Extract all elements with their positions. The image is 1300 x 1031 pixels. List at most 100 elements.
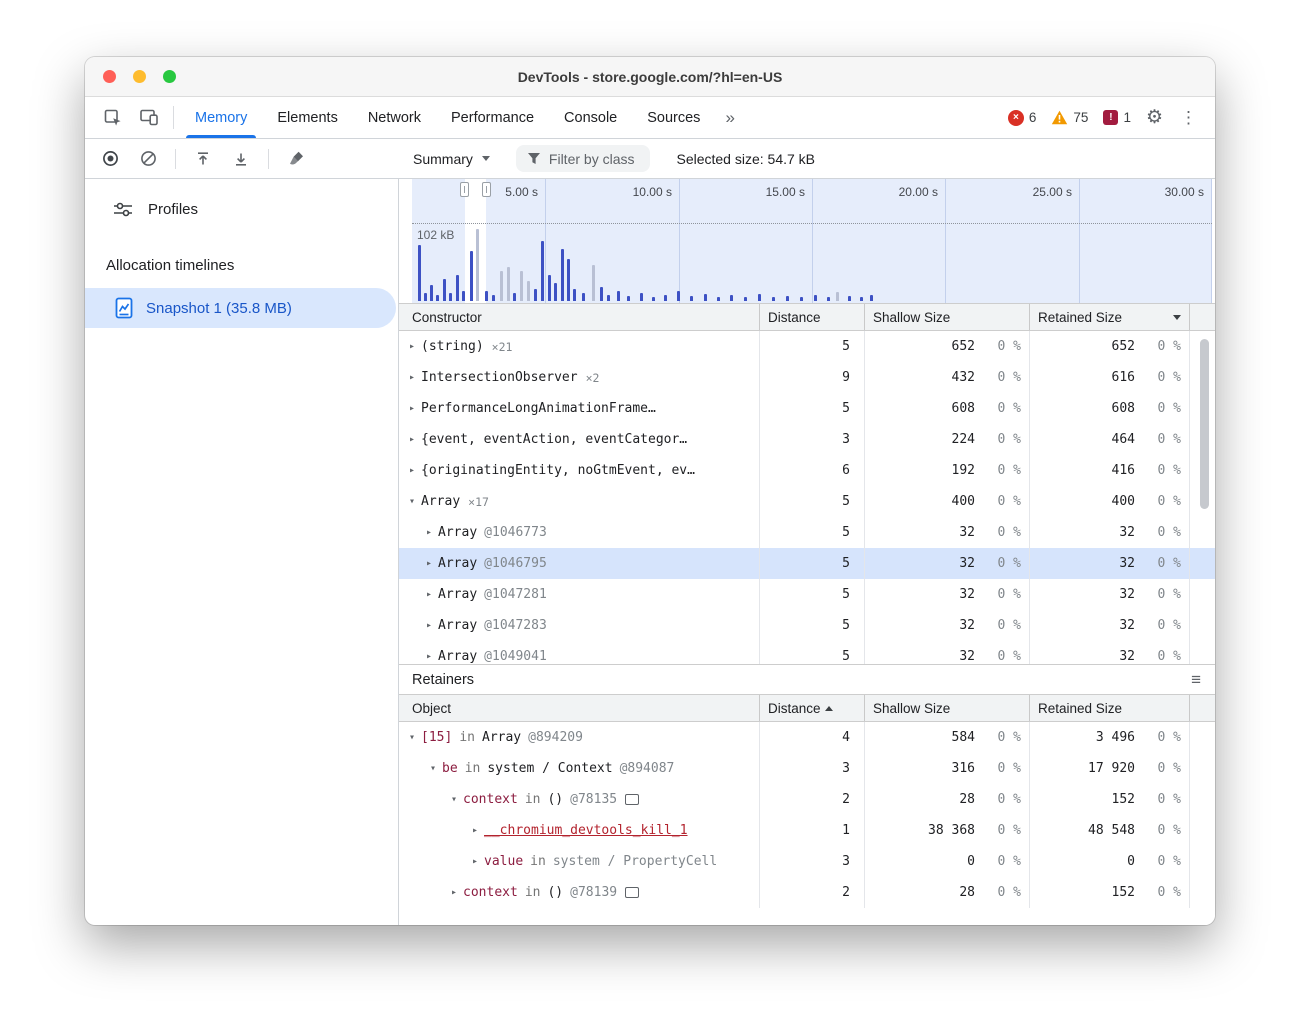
customize-menu-icon[interactable]: ⋮ [1178,109,1199,126]
constructor-row[interactable]: ▸(string)×2156520 %6520 % [399,331,1215,362]
column-retained-size[interactable]: Retained Size [1029,695,1189,721]
save-profile-icon[interactable] [230,148,252,170]
snapshot-item[interactable]: Snapshot 1 (35.8 MB) [85,288,396,328]
constructor-row[interactable]: ▸IntersectionObserver×294320 %6160 % [399,362,1215,393]
timeline-bar [786,296,789,301]
distance-value: 5 [759,517,864,548]
tab-network[interactable]: Network [353,97,436,138]
class-filter-input[interactable]: Filter by class [516,145,651,172]
object-id: @894087 [620,761,675,776]
expand-icon[interactable]: ▸ [472,825,478,836]
reveal-source-icon[interactable] [625,887,639,898]
retainer-row[interactable]: ▸valueinsystem / PropertyCell300 %00 % [399,846,1215,877]
expand-icon[interactable]: ▸ [426,589,432,600]
column-object[interactable]: Object [399,695,759,721]
size-reference-line [412,223,1212,224]
constructor-row[interactable]: ▸PerformanceLongAnimationFrame…56080 %60… [399,393,1215,424]
tab-console[interactable]: Console [549,97,632,138]
clear-profiles-icon[interactable] [137,148,159,170]
column-shallow-size[interactable]: Shallow Size [864,304,1029,330]
constructor-row[interactable]: ▸{originatingEntity, noGtmEvent, ev…6192… [399,455,1215,486]
timeline-bar [758,294,761,301]
allocation-timeline-overview[interactable]: 5.00 s10.00 s15.00 s20.00 s25.00 s30.00 … [412,179,1212,303]
collapse-icon[interactable]: ▾ [430,763,436,774]
timeline-bar [744,297,747,301]
tab-sources[interactable]: Sources [632,97,715,138]
collapse-icon[interactable]: ▾ [409,496,415,507]
column-constructor[interactable]: Constructor [399,304,759,330]
expand-icon[interactable]: ▸ [472,856,478,867]
constructor-row[interactable]: ▸Array@10467735320 %320 % [399,517,1215,548]
perspective-select[interactable]: Summary [413,151,490,167]
constructor-cell: ▸Array@1046773 [399,517,759,548]
expand-icon[interactable]: ▸ [451,887,457,898]
in-keyword: in [459,730,475,745]
object-cell: ▾contextin()@78135 [399,784,759,815]
expand-icon[interactable]: ▸ [409,372,415,383]
timeline-bar [443,279,446,301]
timeline-bar [704,294,707,301]
minimize-button[interactable] [133,70,146,83]
timeline-bar [870,295,873,301]
constructor-row[interactable]: ▸Array@10490415320 %320 % [399,641,1215,664]
more-tabs-icon[interactable]: » [715,97,744,138]
expand-icon[interactable]: ▸ [409,465,415,476]
tab-performance[interactable]: Performance [436,97,549,138]
tab-elements[interactable]: Elements [262,97,352,138]
close-button[interactable] [103,70,116,83]
expand-icon[interactable]: ▸ [426,558,432,569]
expand-icon[interactable]: ▸ [409,403,415,414]
retainer-object-name: system / PropertyCell [553,854,717,869]
tab-memory[interactable]: Memory [180,97,262,138]
grid-line [1211,179,1212,303]
timeline-bar [607,295,610,301]
constructor-row[interactable]: ▸{event, eventAction, eventCategor…32240… [399,424,1215,455]
retainer-edge-name[interactable]: __chromium_devtools_kill_1 [484,823,688,838]
reveal-source-icon[interactable] [625,794,639,805]
retainer-row[interactable]: ▾contextin()@781352280 %1520 % [399,784,1215,815]
scrollbar-thumb[interactable] [1200,339,1209,509]
retainers-menu-icon[interactable]: ≡ [1191,671,1201,688]
collapse-icon[interactable]: ▾ [451,794,457,805]
column-shallow-size[interactable]: Shallow Size [864,695,1029,721]
object-cell: ▾[15]inArray@894209 [399,722,759,753]
column-distance[interactable]: Distance [759,695,864,721]
time-tick-label: 10.00 s [633,185,672,199]
expand-icon[interactable]: ▸ [409,341,415,352]
retainer-row[interactable]: ▸contextin()@781392280 %1520 % [399,877,1215,908]
inspect-element-icon[interactable] [95,97,131,138]
collect-garbage-icon[interactable] [285,148,307,170]
retainer-row[interactable]: ▾beinsystem / Context@89408733160 %17 92… [399,753,1215,784]
retainer-edge-name: context [463,885,518,900]
constructor-row[interactable]: ▸Array@10467955320 %320 % [399,548,1215,579]
retainer-row[interactable]: ▾[15]inArray@89420945840 %3 4960 % [399,722,1215,753]
retainer-row[interactable]: ▸__chromium_devtools_kill_1138 3680 %48 … [399,815,1215,846]
constructor-row[interactable]: ▸Array@10472835320 %320 % [399,610,1215,641]
column-distance[interactable]: Distance [759,304,864,330]
constructor-row[interactable]: ▾Array×1754000 %4000 % [399,486,1215,517]
error-badge[interactable]: × 6 [1008,110,1037,126]
distance-value: 2 [759,877,864,908]
timeline-bar [462,291,465,301]
load-profile-icon[interactable] [192,148,214,170]
device-toolbar-icon[interactable] [131,97,167,138]
in-keyword: in [525,885,541,900]
collapse-icon[interactable]: ▾ [409,732,415,743]
expand-icon[interactable]: ▸ [409,434,415,445]
settings-gear-icon[interactable]: ⚙ [1146,108,1163,127]
issues-badge[interactable]: ! 1 [1103,110,1131,125]
constructor-cell: ▸Array@1047283 [399,610,759,641]
fullscreen-button[interactable] [163,70,176,83]
expand-icon[interactable]: ▸ [426,527,432,538]
selection-handle-right[interactable] [482,182,491,197]
timeline-bar [507,267,510,301]
column-retained-size[interactable]: Retained Size [1029,304,1189,330]
constructor-row[interactable]: ▸Array@10472815320 %320 % [399,579,1215,610]
expand-icon[interactable]: ▸ [426,651,432,662]
expand-icon[interactable]: ▸ [426,620,432,631]
constructor-name: {originatingEntity, noGtmEvent, ev… [421,463,695,478]
selection-handle-left[interactable] [460,182,469,197]
record-icon[interactable] [99,148,121,170]
warning-badge[interactable]: 75 [1051,110,1088,125]
constructor-cell: ▸ {originatingEntity, noGtmEvent, ev… [399,455,759,486]
